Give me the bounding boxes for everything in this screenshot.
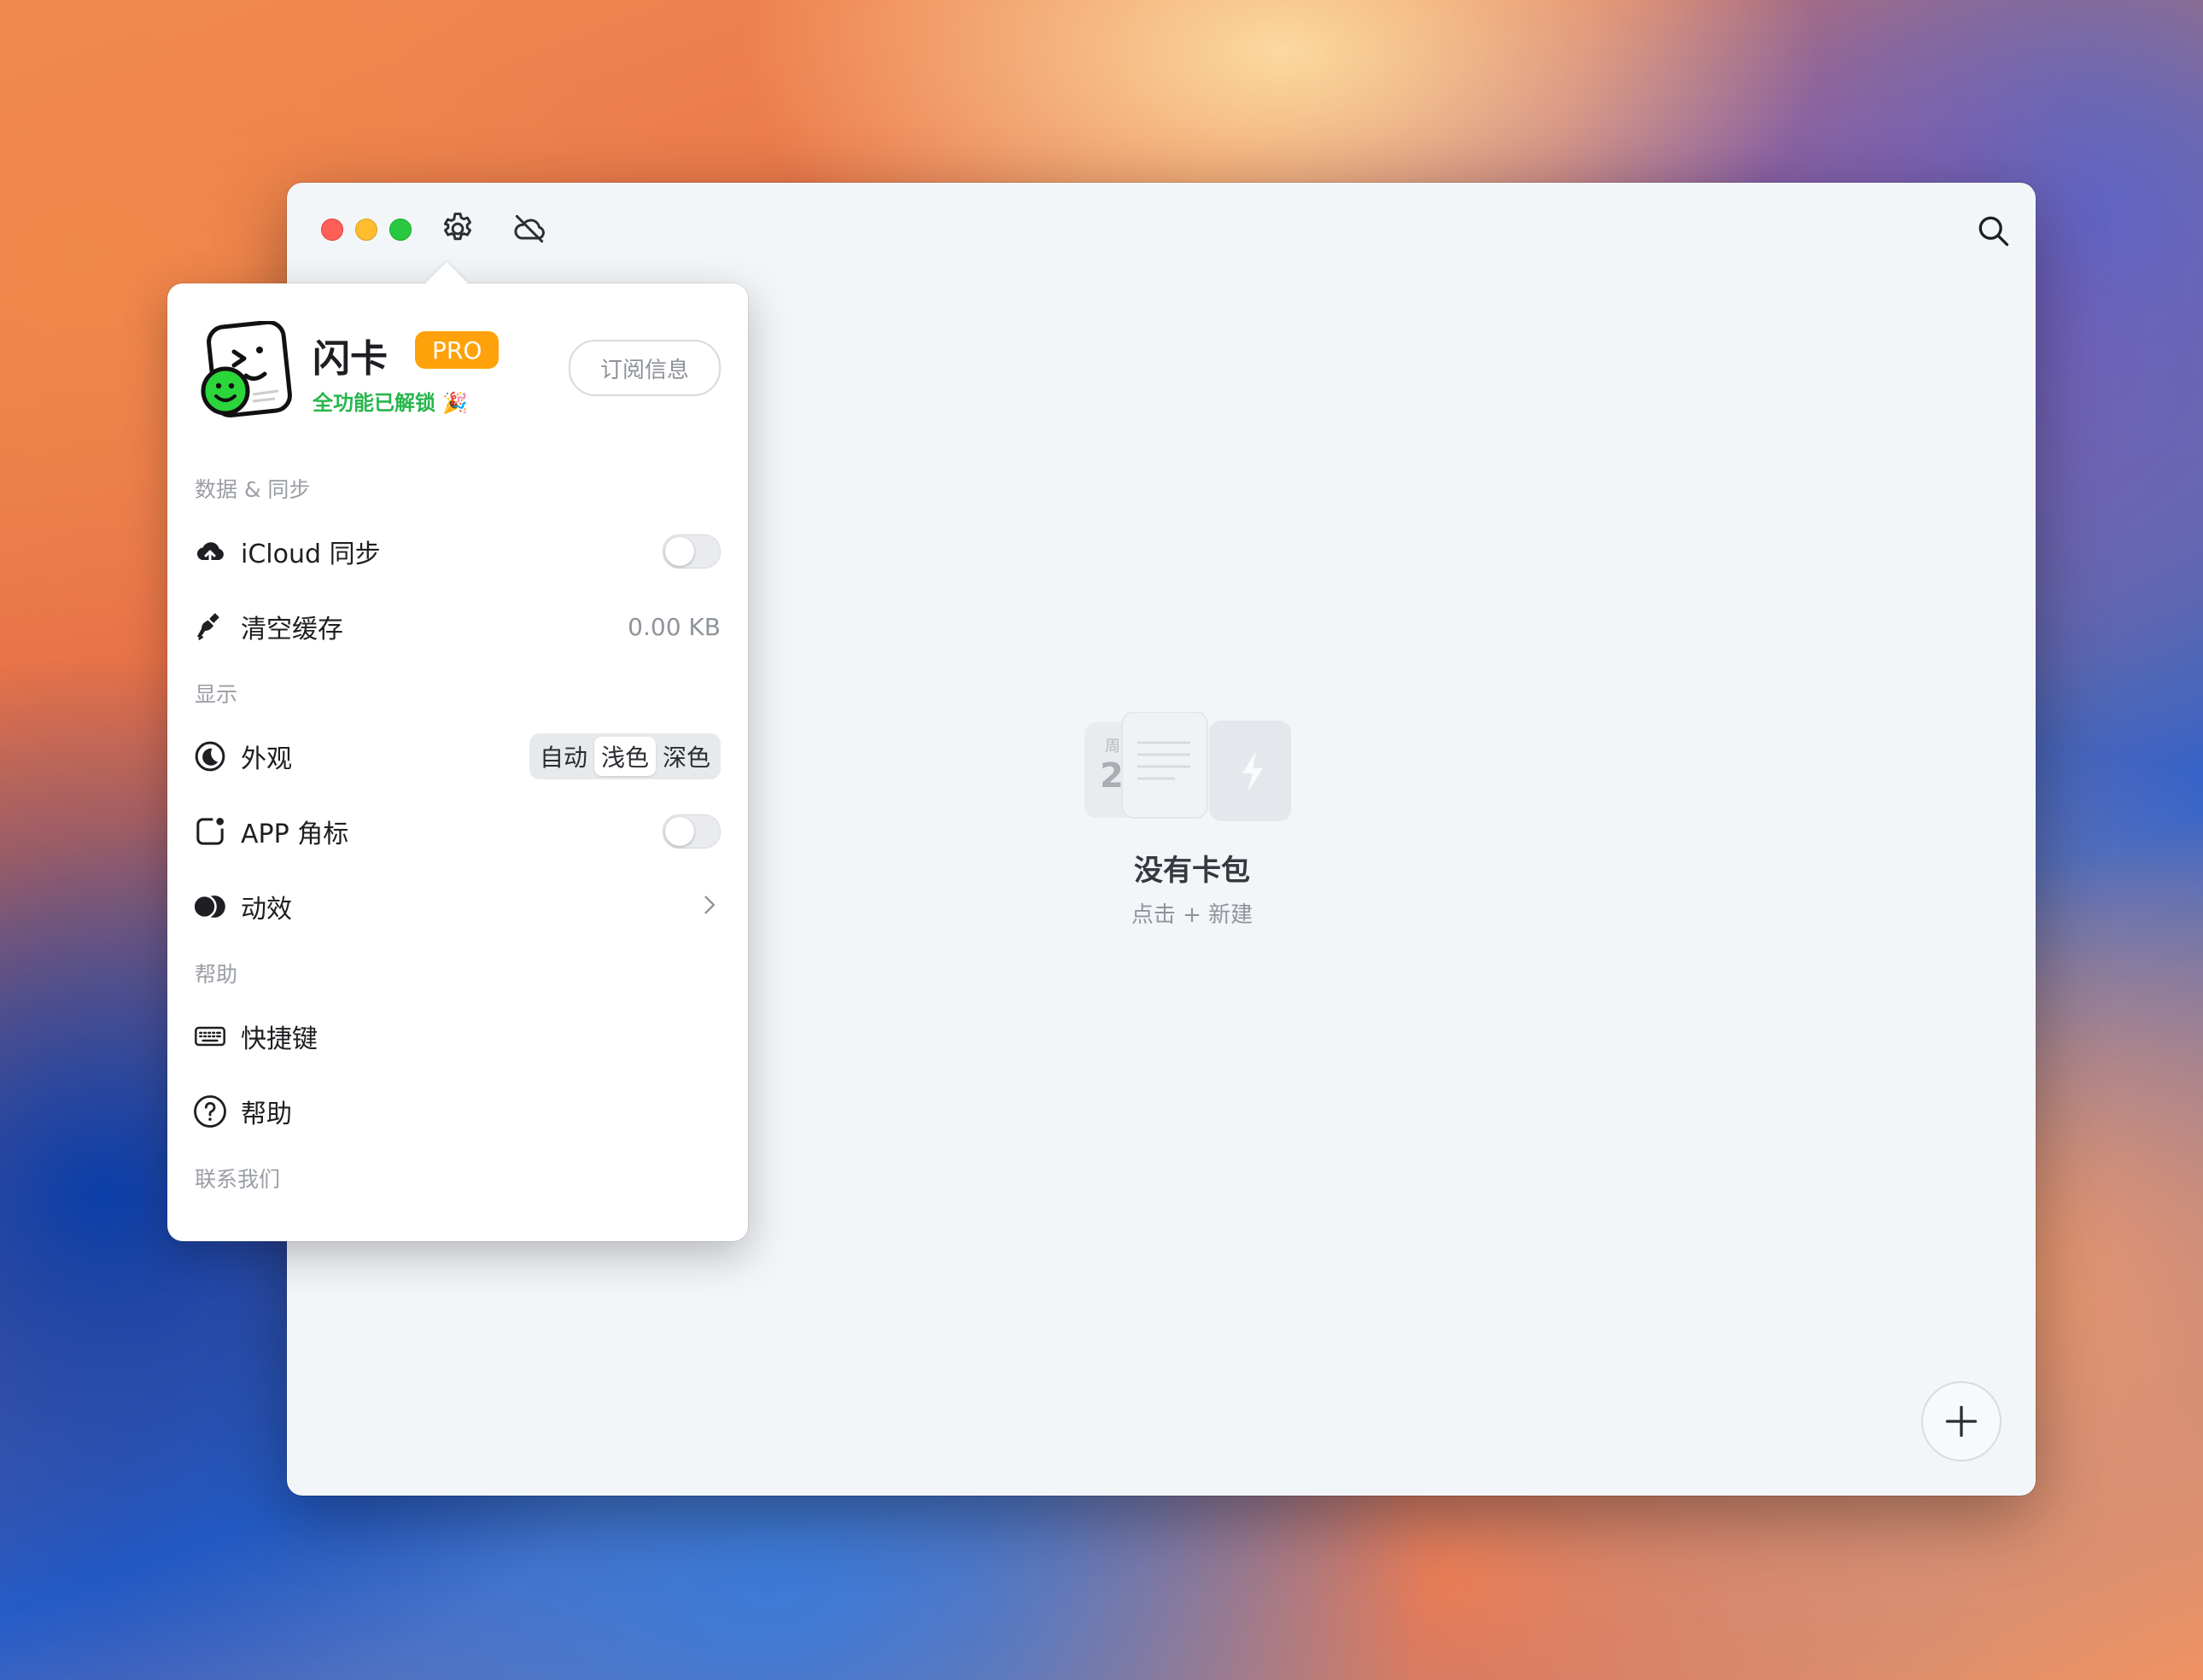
icloud-sync-toggle[interactable] <box>663 534 721 569</box>
shortcuts-label: 快捷键 <box>241 1024 318 1054</box>
section-contact: 联系我们 <box>195 1167 281 1192</box>
gear-icon[interactable] <box>437 208 478 249</box>
question-circle-icon <box>191 1093 229 1130</box>
appearance-option-auto[interactable]: 自动 <box>533 737 594 776</box>
appearance-row: 外观 自动 浅色 深色 <box>191 731 721 782</box>
appearance-option-dark[interactable]: 深色 <box>656 737 717 776</box>
plus-icon <box>1945 1405 1978 1438</box>
settings-popover: 闪卡 PRO 全功能已解锁 🎉 订阅信息 数据 & 同步 iCloud 同步 清… <box>167 261 748 1241</box>
shortcuts-row[interactable]: 快捷键 <box>191 1011 721 1062</box>
cloud-upload-icon <box>191 533 229 570</box>
subscription-info-button[interactable]: 订阅信息 <box>569 340 721 396</box>
help-label: 帮助 <box>241 1100 292 1129</box>
app-badge-icon <box>191 813 229 850</box>
popover-header: 闪卡 PRO 全功能已解锁 🎉 订阅信息 <box>200 319 721 423</box>
cloud-off-icon[interactable] <box>509 208 550 249</box>
unlock-status: 全功能已解锁 🎉 <box>313 391 469 415</box>
section-display: 显示 <box>195 682 238 707</box>
appearance-segmented-control: 自动 浅色 深色 <box>529 733 721 779</box>
moon-icon <box>191 738 229 775</box>
broom-icon <box>191 608 229 645</box>
animation-row[interactable]: 动效 <box>191 881 721 932</box>
empty-art-date-num: 2 <box>1100 756 1124 796</box>
empty-cards-illustration: 周 2 <box>1081 711 1303 831</box>
app-badge-label: APP 角标 <box>241 820 349 849</box>
pro-badge: PRO <box>415 331 500 369</box>
app-name: 闪卡 <box>313 337 388 381</box>
empty-state-subtitle: 点击 + 新建 <box>1131 902 1253 928</box>
window-minimize-button[interactable] <box>355 219 377 241</box>
window-close-button[interactable] <box>321 219 343 241</box>
clear-cache-row[interactable]: 清空缓存 0.00 KB <box>191 601 721 652</box>
icloud-sync-row[interactable]: iCloud 同步 <box>191 526 721 577</box>
search-icon[interactable] <box>1971 208 2015 253</box>
app-logo <box>200 319 295 423</box>
empty-state-title: 没有卡包 <box>1134 854 1250 888</box>
add-deck-button[interactable] <box>1921 1381 2001 1461</box>
icloud-sync-label: iCloud 同步 <box>241 540 381 569</box>
empty-art-date-top: 周 <box>1105 738 1120 755</box>
section-help: 帮助 <box>195 962 238 987</box>
appearance-option-light[interactable]: 浅色 <box>593 737 656 776</box>
appearance-label: 外观 <box>241 744 292 774</box>
animation-label: 动效 <box>241 895 292 925</box>
window-maximize-button[interactable] <box>389 219 412 241</box>
clear-cache-label: 清空缓存 <box>241 615 343 645</box>
app-badge-toggle[interactable] <box>663 814 721 849</box>
help-row[interactable]: 帮助 <box>191 1086 721 1137</box>
chevron-right-icon <box>697 891 721 922</box>
empty-state: 周 2 没有卡包 点击 + 新建 <box>1038 711 1346 929</box>
animation-icon <box>191 888 229 925</box>
app-badge-row[interactable]: APP 角标 <box>191 806 721 857</box>
cache-size-value: 0.00 KB <box>628 612 721 641</box>
keyboard-icon <box>191 1018 229 1055</box>
section-data-sync: 数据 & 同步 <box>195 477 311 502</box>
